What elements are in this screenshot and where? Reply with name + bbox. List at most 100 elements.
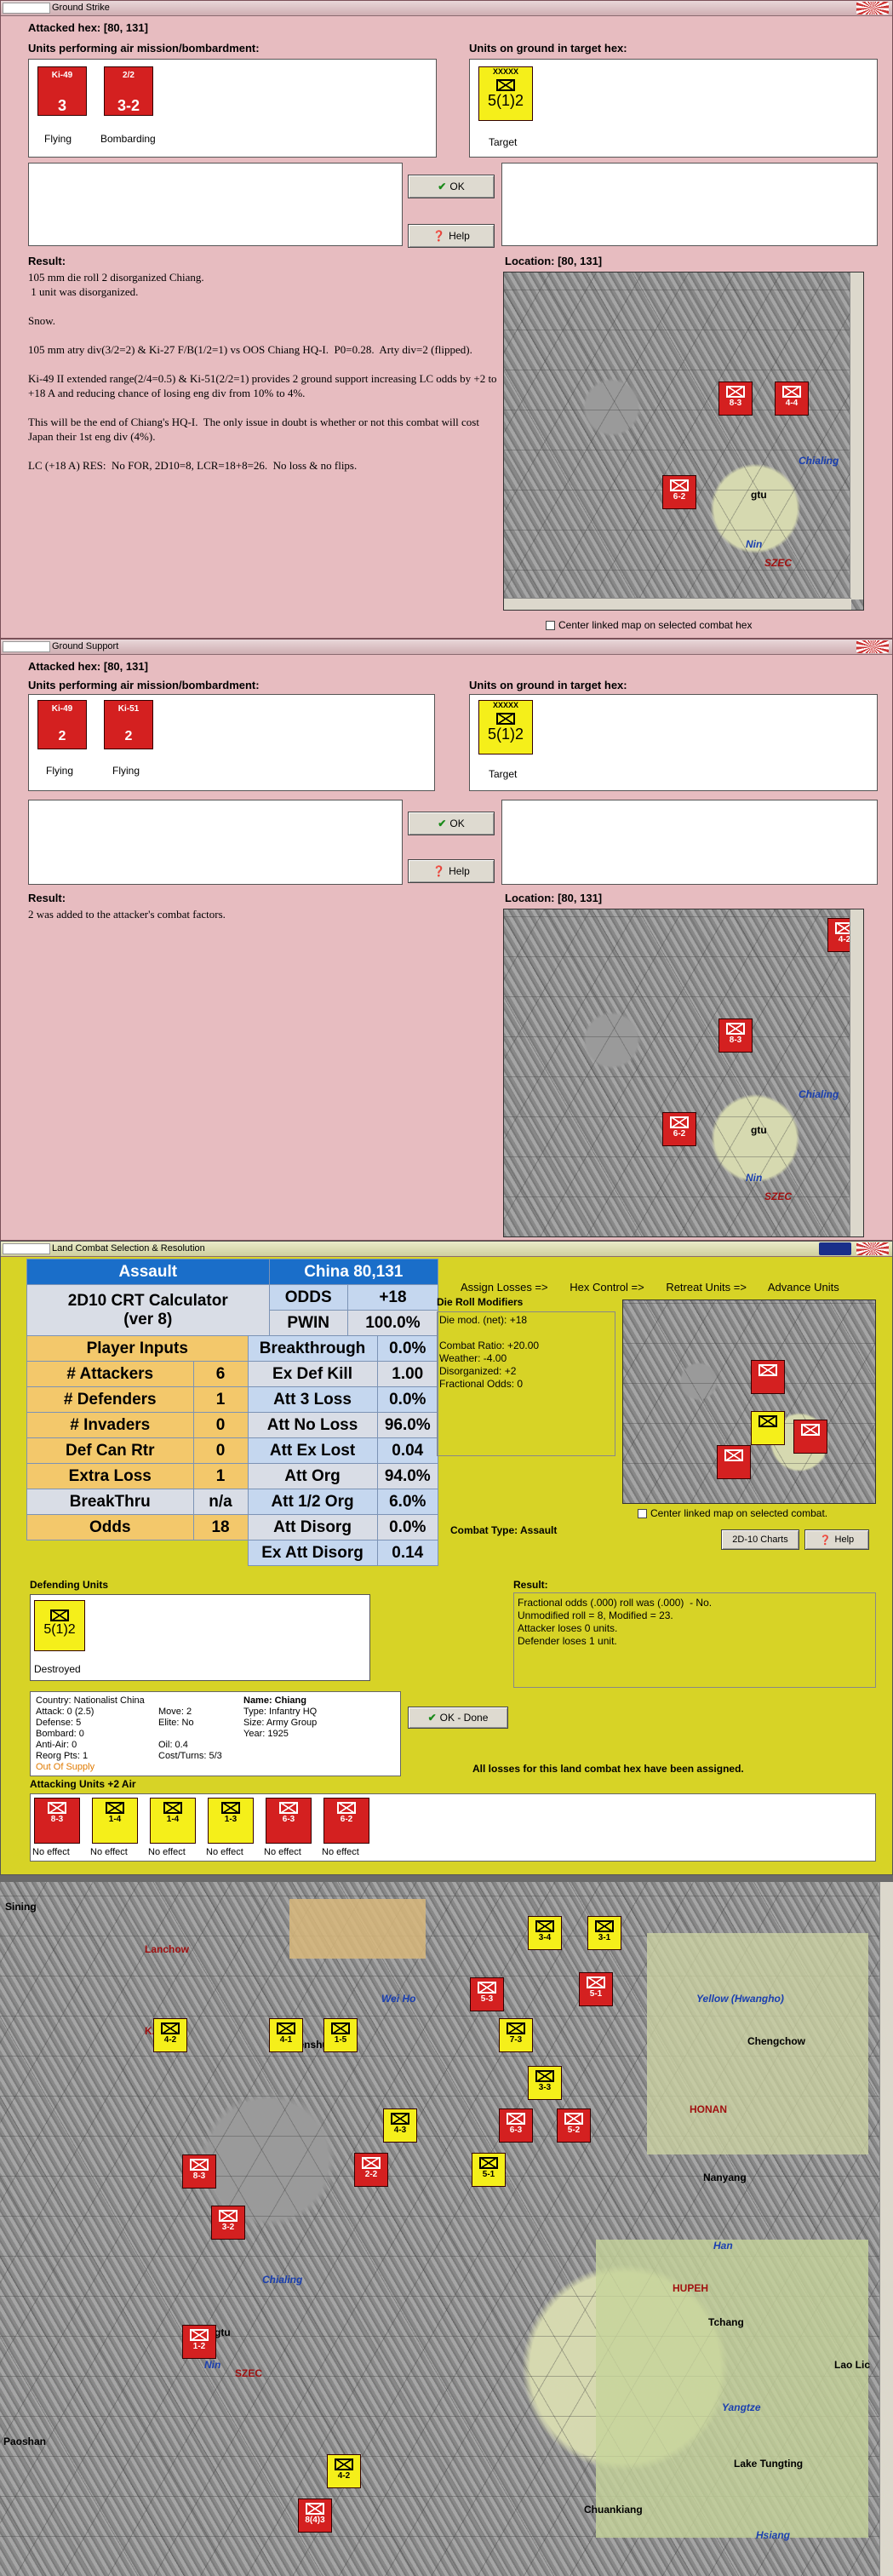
attacker-unit[interactable]: 6-2 bbox=[323, 1798, 369, 1844]
window-titlebar[interactable]: Ground Support bbox=[1, 640, 892, 655]
checkbox-box[interactable] bbox=[638, 1508, 647, 1518]
map-unit[interactable]: 4-1 bbox=[269, 2018, 303, 2052]
infantry-symbol-icon bbox=[724, 1449, 743, 1461]
map-label: Chialing bbox=[262, 2274, 303, 2286]
tab-assign-losses[interactable]: Assign Losses => bbox=[461, 1281, 548, 1294]
attacker-unit[interactable]: 1-3 bbox=[208, 1798, 254, 1844]
map-label: HONAN bbox=[690, 2103, 727, 2115]
linked-map[interactable]: 8-3 6-2 4-2 Chialing Nin SZEC gtu bbox=[503, 909, 864, 1237]
target-unit-chiang[interactable]: XXXXX 5(1)2 bbox=[478, 66, 533, 121]
map-unit[interactable]: 5-1 bbox=[472, 2153, 506, 2187]
map-unit[interactable]: 4-4 bbox=[775, 382, 809, 416]
map-unit[interactable]: 8(4)3 bbox=[298, 2499, 332, 2533]
infantry-symbol-icon bbox=[496, 79, 515, 91]
charts-button[interactable]: 2D-10 Charts bbox=[721, 1529, 799, 1550]
unit-value: 5(1)2 bbox=[487, 726, 524, 743]
map-unit[interactable]: 3-1 bbox=[587, 1916, 621, 1950]
map-unit[interactable]: 5-2 bbox=[557, 2108, 591, 2143]
window-titlebar[interactable]: Land Combat Selection & Resolution bbox=[1, 1242, 892, 1257]
map-vertical-scrollbar[interactable] bbox=[879, 1882, 893, 2576]
input-value[interactable]: 1 bbox=[192, 1386, 249, 1413]
map-unit[interactable]: 1-5 bbox=[323, 2018, 358, 2052]
unit-value: 8-3 bbox=[50, 1815, 64, 1824]
input-value[interactable]: 1 bbox=[192, 1463, 249, 1489]
air-unit-ki49[interactable]: Ki-49 2 bbox=[37, 700, 87, 749]
input-value[interactable]: 18 bbox=[192, 1514, 249, 1540]
input-value[interactable]: 0 bbox=[192, 1437, 249, 1464]
ground-units-panel: XXXXX 5(1)2 Target bbox=[469, 59, 878, 158]
map-unit[interactable]: 2-2 bbox=[354, 2153, 388, 2187]
infantry-symbol-icon bbox=[337, 1802, 356, 1814]
map-unit[interactable]: 3-4 bbox=[528, 1916, 562, 1950]
map-unit[interactable] bbox=[793, 1420, 827, 1454]
map-unit[interactable]: 3-3 bbox=[528, 2066, 562, 2100]
help-icon: ❓ bbox=[819, 1535, 832, 1546]
target-unit-chiang[interactable]: XXXXX 5(1)2 bbox=[478, 700, 533, 754]
map-unit[interactable]: 3-2 bbox=[211, 2206, 245, 2240]
stat-value: 1.00 bbox=[376, 1361, 439, 1387]
combat-map[interactable] bbox=[622, 1299, 876, 1504]
air-unit-ki49[interactable]: Ki-49 3 bbox=[37, 66, 87, 116]
checkbox-box[interactable] bbox=[546, 620, 555, 630]
map-vertical-scrollbar[interactable] bbox=[850, 273, 863, 600]
map-unit[interactable]: 4-2 bbox=[153, 2018, 187, 2052]
unit-value: 4-2 bbox=[337, 2471, 351, 2481]
tab-retreat-units[interactable]: Retreat Units => bbox=[666, 1281, 747, 1294]
map-unit[interactable] bbox=[717, 1445, 751, 1479]
map-unit[interactable]: 5-1 bbox=[579, 1972, 613, 2006]
map-unit[interactable]: 6-3 bbox=[499, 2108, 533, 2143]
attacker-unit[interactable]: 8-3 bbox=[34, 1798, 80, 1844]
infantry-symbol-icon bbox=[496, 713, 515, 725]
window-titlebar[interactable]: Ground Strike bbox=[1, 1, 892, 16]
map-unit[interactable]: 8-3 bbox=[182, 2154, 216, 2189]
air-unit-bombard[interactable]: 2/2 3-2 bbox=[104, 66, 153, 116]
crt-inputs-table: Player Inputs Breakthrough 0.0% # Attack… bbox=[26, 1335, 439, 1566]
map-unit[interactable]: 5-3 bbox=[470, 1977, 504, 2011]
attacker-unit[interactable]: 1-4 bbox=[92, 1798, 138, 1844]
ok-done-button[interactable]: ✔ OK - Done bbox=[408, 1707, 508, 1729]
main-map[interactable]: Sining Lanchow KANSU Tienshui Wei Ho Yel… bbox=[0, 1882, 893, 2576]
pwin-value: 100.0% bbox=[346, 1310, 439, 1336]
help-button[interactable]: ❓ Help bbox=[408, 859, 495, 883]
unit-value: 3-3 bbox=[538, 2083, 552, 2092]
map-unit[interactable]: 4-3 bbox=[383, 2108, 417, 2143]
map-unit[interactable]: 8-3 bbox=[718, 1018, 753, 1053]
map-horizontal-scrollbar[interactable] bbox=[504, 598, 851, 610]
map-unit[interactable]: 4-2 bbox=[327, 2454, 361, 2488]
center-map-checkbox[interactable]: Center linked map on selected combat. bbox=[638, 1507, 827, 1519]
infantry-symbol-icon bbox=[277, 2022, 295, 2034]
info-year: Year: 1925 bbox=[243, 1729, 289, 1739]
hex-grid bbox=[504, 909, 863, 1236]
attacker-caption: No effect bbox=[206, 1847, 243, 1857]
input-label: Odds bbox=[26, 1514, 194, 1540]
map-label: Chuankiang bbox=[584, 2504, 643, 2516]
attacker-unit[interactable]: 6-3 bbox=[266, 1798, 312, 1844]
air-unit-caption: Bombarding bbox=[100, 133, 156, 145]
map-unit[interactable] bbox=[751, 1360, 785, 1394]
input-value[interactable]: 6 bbox=[192, 1361, 249, 1387]
ground-units-panel: XXXXX 5(1)2 Target bbox=[469, 694, 878, 791]
ok-button[interactable]: ✔ OK bbox=[408, 812, 495, 835]
ok-button[interactable]: ✔ OK bbox=[408, 175, 495, 198]
map-unit[interactable]: 7-3 bbox=[499, 2018, 533, 2052]
map-unit-chiang[interactable] bbox=[751, 1411, 785, 1445]
linked-map[interactable]: 8-3 4-4 6-2 Chialing Nin SZEC gtu bbox=[503, 272, 864, 611]
map-unit[interactable]: 8-3 bbox=[718, 382, 753, 416]
map-unit[interactable]: 6-2 bbox=[662, 475, 696, 509]
player-inputs-header: Player Inputs bbox=[26, 1335, 249, 1362]
map-unit[interactable]: 6-2 bbox=[662, 1112, 696, 1146]
air-unit-ki51[interactable]: Ki-51 2 bbox=[104, 700, 153, 749]
location-header: China 80,131 bbox=[268, 1259, 439, 1285]
help-button[interactable]: ❓ Help bbox=[804, 1529, 869, 1550]
attacker-unit[interactable]: 1-4 bbox=[150, 1798, 196, 1844]
tab-advance-units[interactable]: Advance Units bbox=[768, 1281, 839, 1294]
map-unit[interactable]: 1-2 bbox=[182, 2325, 216, 2359]
center-map-checkbox[interactable]: Center linked map on selected combat hex bbox=[546, 619, 752, 631]
map-vertical-scrollbar[interactable] bbox=[850, 909, 863, 1236]
input-value[interactable]: 0 bbox=[192, 1412, 249, 1438]
map-label: Chialing bbox=[799, 455, 839, 467]
defender-unit-chiang[interactable]: 5(1)2 bbox=[34, 1600, 85, 1651]
map-label: Chialing bbox=[799, 1088, 839, 1100]
tab-hex-control[interactable]: Hex Control => bbox=[570, 1281, 644, 1294]
help-button[interactable]: ❓ Help bbox=[408, 224, 495, 248]
